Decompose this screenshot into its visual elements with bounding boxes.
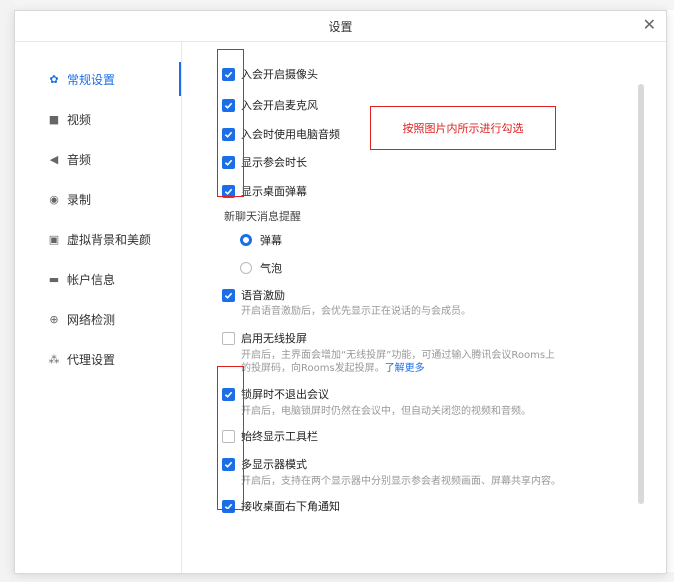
scrollbar[interactable] [638, 84, 644, 504]
option-label: 始终显示工具栏 [241, 430, 318, 443]
sidebar-item-record[interactable]: ◉ 录制 [15, 182, 181, 216]
sidebar-item-audio[interactable]: ◀ 音频 [15, 142, 181, 176]
sidebar-item-label: 网络检测 [67, 312, 116, 327]
sidebar-item-label: 常规设置 [67, 72, 116, 87]
sidebar-item-label: 帐户信息 [67, 272, 116, 287]
globe-icon: ⊕ [49, 312, 59, 326]
sidebar-item-proxy[interactable]: ⁂ 代理设置 [15, 342, 181, 376]
option-label: 入会开启麦克风 [241, 99, 318, 112]
network-icon: ⁂ [48, 352, 60, 366]
portrait-icon: ▣ [48, 232, 60, 246]
description-line: 的投屏码，向Rooms发起投屏。 [241, 363, 385, 374]
option-label: 启用无线投屏 [241, 332, 307, 345]
description-line: 开启后，主界面会增加“无线投屏”功能，可通过输入腾讯会议Rooms上 [241, 350, 556, 361]
sidebar-item-background[interactable]: ▣ 虚拟背景和美颜 [15, 222, 181, 256]
dialog-title: 设置 [328, 20, 353, 34]
checkbox-unchecked[interactable] [222, 331, 235, 345]
radio-label: 气泡 [260, 262, 282, 275]
background-window-edge [0, 0, 15, 582]
learn-more-link[interactable]: 了解更多 [385, 363, 425, 374]
sidebar-item-general[interactable]: ✿ 常规设置 [15, 62, 181, 96]
option-label: 语音激励 [241, 289, 285, 302]
checkbox-checked[interactable] [222, 288, 235, 302]
radio-label: 弹幕 [260, 234, 282, 247]
option-description: 开启后，电脑锁屏时仍然在会议中，但自动关闭您的视频和音频。 [241, 406, 531, 417]
option-label: 显示参会时长 [241, 156, 307, 169]
option-label: 显示桌面弹幕 [241, 185, 307, 198]
close-icon[interactable]: ✕ [643, 15, 656, 34]
option-label: 多显示器模式 [241, 458, 307, 471]
radio-unselected[interactable] [240, 262, 252, 274]
title-bar: 设置 ✕ [15, 11, 666, 42]
option-label: 入会开启摄像头 [241, 68, 318, 81]
sidebar-item-label: 录制 [67, 192, 92, 207]
radio-danmaku[interactable]: 弹幕 [240, 232, 282, 248]
option-wireless-projection[interactable]: 启用无线投屏 [222, 330, 307, 346]
option-label: 锁屏时不退出会议 [241, 388, 329, 401]
sidebar-item-label: 视频 [67, 112, 92, 127]
option-description: 开启后，主界面会增加“无线投屏”功能，可通过输入腾讯会议Rooms上 的投屏码，… [241, 349, 555, 375]
annotation-note: 按照图片内所示进行勾选 [370, 106, 556, 150]
chat-alert-heading: 新聊天消息提醒 [224, 210, 301, 223]
speaker-icon: ◀ [49, 152, 59, 166]
option-voice-excitation[interactable]: 语音激励 [222, 287, 285, 303]
gear-icon: ✿ [49, 72, 59, 86]
annotation-highlight-box [217, 49, 244, 197]
sidebar-item-label: 音频 [67, 152, 92, 167]
radio-selected[interactable] [240, 234, 252, 246]
record-icon: ◉ [49, 192, 59, 206]
sidebar-item-label: 代理设置 [67, 352, 116, 367]
option-description: 开启语音激励后，会优先显示正在说话的与会成员。 [241, 306, 471, 317]
annotation-highlight-box [217, 366, 244, 510]
video-icon: ■ [48, 112, 60, 126]
settings-sidebar: ✿ 常规设置 ■ 视频 ◀ 音频 ◉ 录制 ▣ 虚拟背景和美颜 ▬ 帐户信息 ⊕… [15, 42, 182, 573]
sidebar-item-network[interactable]: ⊕ 网络检测 [15, 302, 181, 336]
option-description: 开启后，支持在两个显示器中分别显示参会者视频画面、屏幕共享内容。 [241, 476, 561, 487]
radio-bubble[interactable]: 气泡 [240, 260, 282, 276]
sidebar-item-account[interactable]: ▬ 帐户信息 [15, 262, 181, 296]
settings-dialog: 设置 ✕ ✿ 常规设置 ■ 视频 ◀ 音频 ◉ 录制 ▣ 虚拟背景和美颜 ▬ 帐… [14, 10, 667, 574]
background-strip [14, 0, 674, 10]
sidebar-item-video[interactable]: ■ 视频 [15, 102, 181, 136]
id-card-icon: ▬ [48, 272, 60, 286]
option-label: 入会时使用电脑音频 [241, 128, 340, 141]
option-label: 接收桌面右下角通知 [241, 500, 340, 513]
sidebar-item-label: 虚拟背景和美颜 [67, 232, 152, 247]
